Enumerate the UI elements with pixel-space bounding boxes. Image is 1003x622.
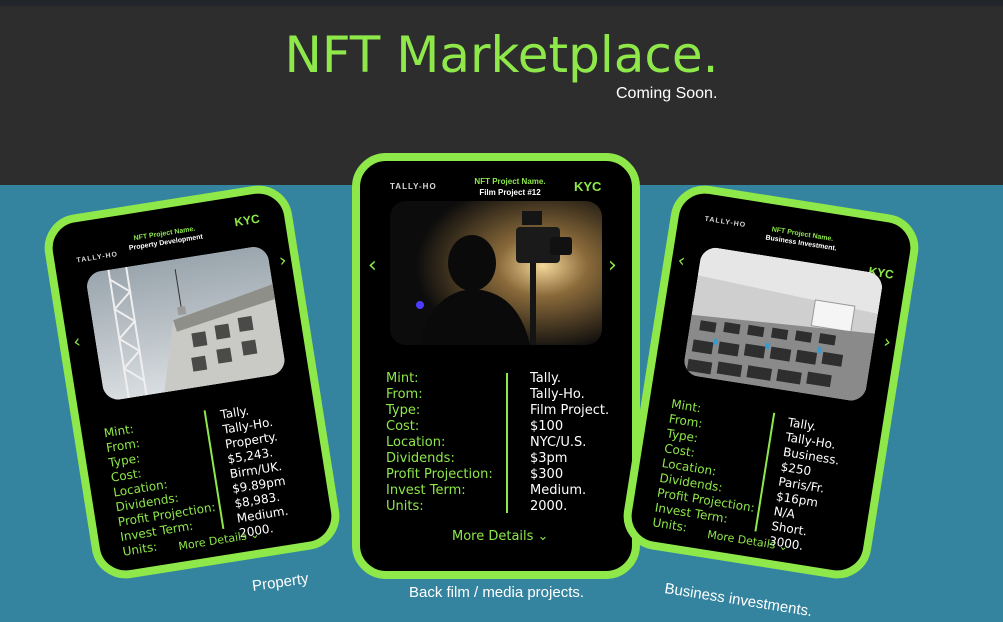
nft-card-film[interactable]: TALLY-HO NFT Project Name. Film Project … (352, 153, 640, 579)
divider (506, 373, 508, 513)
value-invest-term: Medium. (530, 483, 587, 498)
chevron-right-icon[interactable]: › (882, 331, 892, 353)
field-values: Tally. Tally-Ho. Business. $250 Paris/Fr… (768, 415, 845, 557)
project-image (390, 201, 602, 345)
value-dividends: $3pm (530, 451, 568, 466)
label-profit-projection: Profit Projection: (386, 467, 493, 482)
page-title: NFT Marketplace. (284, 26, 719, 84)
more-details-link[interactable]: More Details ⌄ (452, 529, 548, 544)
brand-logo: TALLY-HO (390, 182, 437, 191)
project-heading: NFT Project Name. Property Development (110, 222, 221, 255)
field-values: Tally. Tally-Ho. Film Project. $100 NYC/… (530, 371, 609, 515)
value-cost: $100 (530, 419, 564, 434)
label-from: From: (386, 387, 423, 402)
brand-logo: TALLY-HO (704, 215, 747, 230)
caption-film: Back film / media projects. (408, 584, 585, 601)
project-label: NFT Project Name. (474, 177, 546, 186)
label-dividends: Dividends: (386, 451, 455, 466)
page-subtitle: Coming Soon. (616, 85, 718, 102)
chevron-right-icon[interactable]: › (278, 250, 288, 272)
value-from: Tally-Ho. (530, 387, 585, 402)
project-image (682, 245, 885, 403)
project-heading: NFT Project Name. Film Project #12 (450, 177, 570, 197)
value-units: 2000. (530, 499, 568, 514)
chevron-left-icon[interactable]: ‹ (676, 250, 686, 272)
construction-image (84, 244, 287, 402)
label-location: Location: (386, 435, 446, 450)
kyc-badge: KYC (574, 179, 602, 194)
project-name: Film Project #12 (479, 188, 541, 197)
field-labels: Mint: From: Type: Cost: Location: Divide… (386, 371, 493, 515)
chevron-left-icon[interactable]: ‹ (368, 253, 377, 278)
value-profit-projection: $300 (530, 467, 564, 482)
project-image (84, 244, 287, 402)
value-location: NYC/U.S. (530, 435, 587, 450)
label-type: Type: (386, 403, 421, 418)
field-labels: Mint: From: Type: Cost: Location: Divide… (651, 397, 769, 546)
film-camera-image (390, 201, 602, 345)
chevron-left-icon[interactable]: ‹ (72, 331, 82, 353)
value-type: Film Project. (530, 403, 610, 418)
chevron-right-icon[interactable]: › (608, 253, 617, 278)
label-cost: Cost: (386, 419, 420, 434)
label-units: Units: (386, 499, 424, 514)
value-mint: Tally. (530, 371, 561, 386)
label-mint: Mint: (386, 371, 419, 386)
office-image (682, 245, 885, 403)
field-values: Tally. Tally-Ho. Property. $5,243. Birm/… (219, 400, 293, 542)
project-heading: NFT Project Name. Business Investment. (746, 223, 857, 256)
kyc-badge: KYC (233, 211, 261, 230)
label-invest-term: Invest Term: (386, 483, 466, 498)
